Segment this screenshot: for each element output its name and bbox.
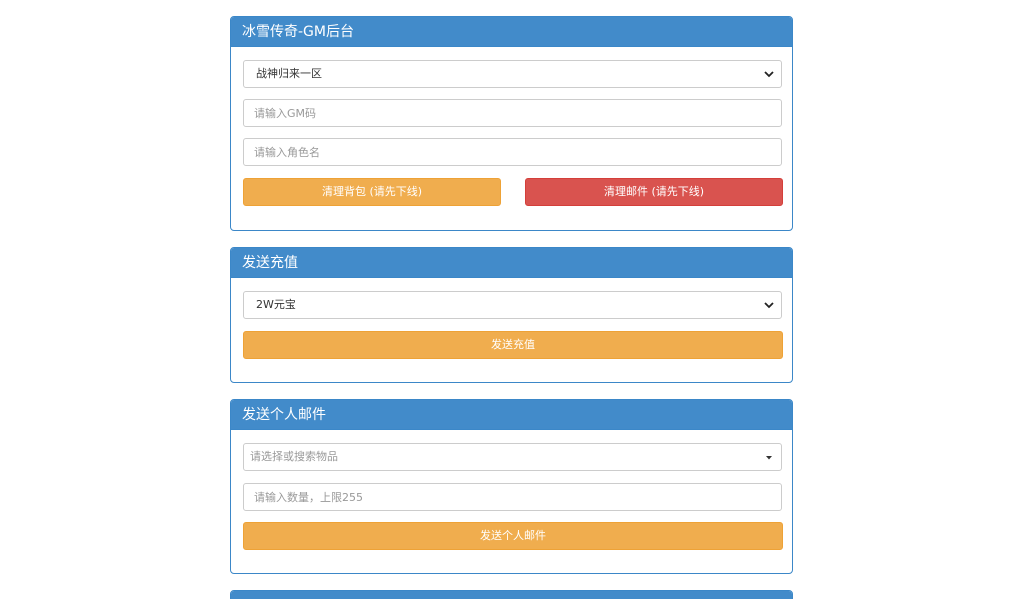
item-search-placeholder: 请选择或搜索物品: [250, 450, 338, 463]
server-select-value: 战神归来一区: [256, 67, 322, 80]
send-mail-button[interactable]: 发送个人邮件: [243, 522, 783, 550]
clear-mail-button[interactable]: 清理邮件 (请先下线): [525, 178, 783, 206]
clear-bag-button[interactable]: 清理背包 (请先下线): [243, 178, 501, 206]
caret-down-icon: [766, 456, 772, 460]
server-select[interactable]: 战神归来一区: [243, 60, 782, 88]
gm-code-input[interactable]: [243, 99, 782, 127]
next-panel-header: [231, 591, 792, 599]
recharge-amount-value: 2W元宝: [256, 298, 296, 311]
next-panel: [230, 590, 793, 599]
recharge-amount-select[interactable]: 2W元宝: [243, 291, 782, 319]
recharge-panel: 发送充值 2W元宝 发送充值: [230, 247, 793, 383]
send-recharge-button[interactable]: 发送充值: [243, 331, 783, 359]
gm-panel: 冰雪传奇-GM后台 战神归来一区 清理背包 (请先下线) 清理邮件 (请先下线): [230, 16, 793, 231]
item-search-select[interactable]: 请选择或搜索物品: [243, 443, 782, 471]
recharge-panel-title: 发送充值: [231, 248, 792, 278]
quantity-input[interactable]: [243, 483, 782, 511]
chevron-down-icon: [764, 71, 774, 78]
mail-panel: 发送个人邮件 请选择或搜索物品 发送个人邮件: [230, 399, 793, 574]
chevron-down-icon: [764, 302, 774, 309]
page: 冰雪传奇-GM后台 战神归来一区 清理背包 (请先下线) 清理邮件 (请先下线)…: [0, 0, 1023, 599]
role-name-input[interactable]: [243, 138, 782, 166]
mail-panel-title: 发送个人邮件: [231, 400, 792, 430]
gm-panel-title: 冰雪传奇-GM后台: [231, 17, 792, 47]
